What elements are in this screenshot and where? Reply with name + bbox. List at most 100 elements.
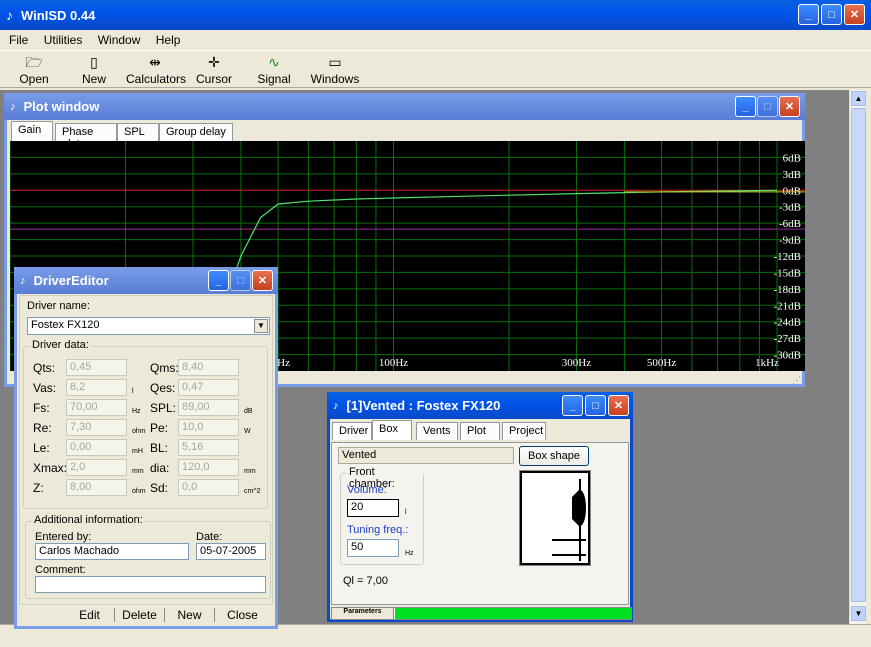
fs-label: Fs: xyxy=(33,401,50,415)
box-diagram xyxy=(520,471,590,565)
vented-window: ♪ [1]Vented : Fostex FX120 _ □ ✕ Driver … xyxy=(327,392,633,622)
fs-input[interactable]: 70,00 xyxy=(66,399,127,416)
pe-unit: W xyxy=(244,428,251,435)
plot-titlebar: ♪ Plot window _ □ ✕ xyxy=(4,93,805,120)
tab-spl[interactable]: SPL xyxy=(117,123,159,141)
vented-maximize-button[interactable]: □ xyxy=(585,395,606,416)
vented-minimize-button[interactable]: _ xyxy=(562,395,583,416)
re-input[interactable]: 7,30 xyxy=(66,419,127,436)
qes-input[interactable]: 0,47 xyxy=(178,379,239,396)
new-button[interactable]: ▯ New xyxy=(76,52,112,86)
qts-input[interactable]: 0,45 xyxy=(66,359,127,376)
vas-label: Vas: xyxy=(33,381,57,395)
y-tick-label: 6dB xyxy=(783,152,801,164)
volume-input[interactable]: 20 xyxy=(347,499,399,517)
date-label: Date: xyxy=(196,531,223,543)
spl-input[interactable]: 89,00 xyxy=(178,399,239,416)
de-close-button[interactable]: ✕ xyxy=(252,270,273,291)
tab-phase-plot[interactable]: Phase plot xyxy=(55,123,117,150)
date-input[interactable]: 05-07-2005 xyxy=(196,543,266,560)
crosshair-icon: ✛ xyxy=(208,54,220,70)
sd-input[interactable]: 0,0 xyxy=(178,479,239,496)
sd-label: Sd: xyxy=(150,481,169,495)
dia-label: dia: xyxy=(150,461,170,475)
scroll-down-icon[interactable]: ▼ xyxy=(851,606,866,621)
dia-unit: mm xyxy=(244,468,256,475)
driver-editor-icon: ♪ xyxy=(20,274,26,287)
folder-open-icon: 🗁 xyxy=(25,54,43,70)
box-shape-preview xyxy=(519,470,591,566)
minimize-button[interactable]: _ xyxy=(798,4,819,25)
pe-input[interactable]: 10,0 xyxy=(178,419,239,436)
tab-group-delay[interactable]: Group delay xyxy=(159,123,233,141)
cursor-button[interactable]: ✛ Cursor xyxy=(196,52,232,86)
y-tick-label: -6dB xyxy=(779,218,801,230)
y-tick-label: -12dB xyxy=(774,251,802,263)
bl-input[interactable]: 5,16 xyxy=(178,439,239,456)
new-driver-button[interactable]: New xyxy=(165,608,215,622)
re-unit: ohm xyxy=(132,428,146,435)
close-editor-button[interactable]: Close xyxy=(215,608,270,622)
pe-label: Pe: xyxy=(150,421,169,435)
plot-window-icon: ♪ xyxy=(10,100,16,113)
maximize-button[interactable]: □ xyxy=(821,4,842,25)
le-label: Le: xyxy=(33,441,50,455)
editor-buttons: Edit Delete New Close xyxy=(65,608,275,626)
tuning-input[interactable]: 50 xyxy=(347,539,399,557)
qms-input[interactable]: 8,40 xyxy=(178,359,239,376)
vas-input[interactable]: 8,2 xyxy=(66,379,127,396)
scroll-up-icon[interactable]: ▲ xyxy=(851,91,866,106)
x-tick-label: 1kHz xyxy=(755,357,779,369)
menu-file[interactable]: File xyxy=(9,33,28,47)
de-minimize-button[interactable]: _ xyxy=(208,270,229,291)
menu-help[interactable]: Help xyxy=(156,33,181,47)
y-tick-label: -18dB xyxy=(774,284,802,296)
de-maximize-button: □ xyxy=(230,270,251,291)
tab-driver[interactable]: Driver xyxy=(332,422,372,440)
tab-project[interactable]: Project xyxy=(502,422,546,440)
y-tick-label: 0dB xyxy=(783,185,801,197)
chevron-down-icon[interactable]: ▼ xyxy=(254,319,268,333)
tuning-unit: Hz xyxy=(405,550,414,557)
vertical-scrollbar[interactable]: ▲ ▼ xyxy=(849,90,866,624)
comment-input[interactable] xyxy=(35,576,266,593)
plot-close-button[interactable]: ✕ xyxy=(779,96,800,117)
le-unit: mH xyxy=(132,448,143,455)
xmax-input[interactable]: 2,0 xyxy=(66,459,127,476)
vented-close-button[interactable]: ✕ xyxy=(608,395,629,416)
resize-grip-icon[interactable]: ⋰ xyxy=(792,375,801,386)
app-icon: ♪ xyxy=(6,7,13,23)
plot-minimize-button[interactable]: _ xyxy=(735,96,756,117)
box-shape-button[interactable]: Box shape xyxy=(519,446,589,466)
menu-utilities[interactable]: Utilities xyxy=(44,33,83,47)
close-button[interactable]: ✕ xyxy=(844,4,865,25)
tab-plot[interactable]: Plot xyxy=(460,422,500,440)
xmax-unit: mm xyxy=(132,468,144,475)
menu-window[interactable]: Window xyxy=(98,33,141,47)
tab-gain[interactable]: Gain xyxy=(11,121,53,141)
vented-title: [1]Vented : Fostex FX120 xyxy=(346,398,501,413)
tab-vents[interactable]: Vents xyxy=(416,422,458,440)
entered-by-label: Entered by: xyxy=(35,531,92,543)
entered-by-input[interactable]: Carlos Machado xyxy=(35,543,189,560)
comment-label: Comment: xyxy=(35,564,86,576)
window-icon: ▭ xyxy=(328,54,342,70)
open-button[interactable]: 🗁 Open xyxy=(16,52,52,86)
dia-input[interactable]: 120,0 xyxy=(178,459,239,476)
tab-box[interactable]: Box xyxy=(372,420,412,440)
vented-window-icon: ♪ xyxy=(333,399,339,412)
windows-button[interactable]: ▭ Windows xyxy=(310,52,360,86)
driver-name-select[interactable]: Fostex FX120 ▼ xyxy=(27,317,270,335)
edit-button[interactable]: Edit xyxy=(65,608,115,622)
y-tick-label: -3dB xyxy=(779,202,801,214)
y-tick-label: -15dB xyxy=(774,267,802,279)
calculators-button[interactable]: ⇹ Calculators xyxy=(126,52,186,86)
le-input[interactable]: 0,00 xyxy=(66,439,127,456)
z-input[interactable]: 8,00 xyxy=(66,479,127,496)
y-tick-label: -24dB xyxy=(774,317,802,329)
scroll-thumb[interactable] xyxy=(851,108,866,602)
app-title: WinISD 0.44 xyxy=(21,7,96,23)
vented-tabs: Driver Box Vents Plot Project xyxy=(332,420,552,442)
new-document-icon: ▯ xyxy=(90,54,98,70)
delete-button[interactable]: Delete xyxy=(115,608,165,622)
